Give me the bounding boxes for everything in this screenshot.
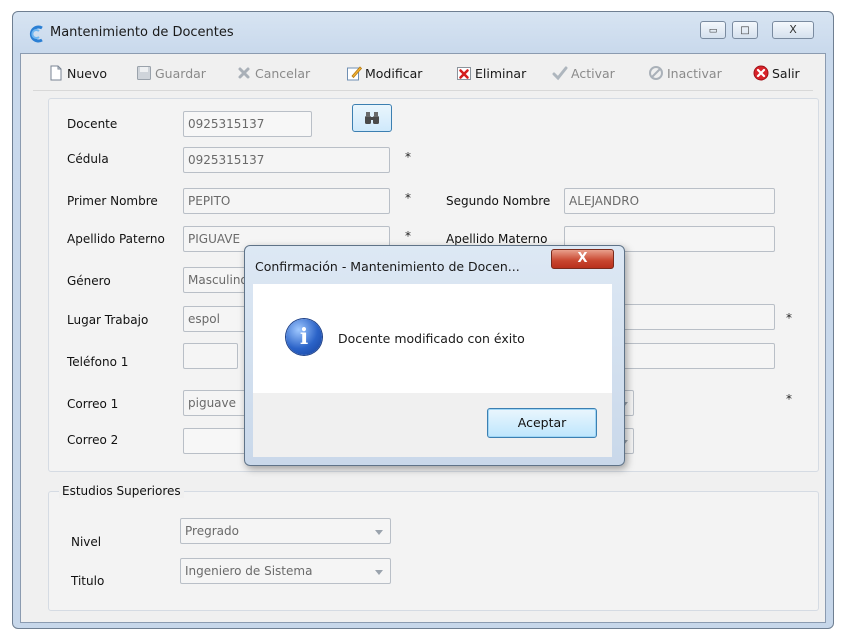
- genero-label: Género: [67, 274, 111, 288]
- salir-button[interactable]: Salir: [753, 62, 800, 84]
- cedula-label: Cédula: [67, 152, 109, 166]
- modificar-button[interactable]: Modificar: [346, 62, 422, 84]
- maximize-icon: □: [740, 25, 750, 36]
- aceptar-button[interactable]: Aceptar: [487, 408, 597, 438]
- required-mark: *: [405, 229, 411, 243]
- estudios-superiores-group: [48, 491, 819, 611]
- minimize-icon: ▭: [708, 26, 718, 36]
- eliminar-label: Eliminar: [475, 65, 527, 81]
- inactivar-button[interactable]: Inactivar: [648, 62, 722, 84]
- guardar-label: Guardar: [155, 65, 206, 81]
- cedula-field[interactable]: 0925315137: [183, 147, 390, 173]
- disable-icon: [649, 66, 663, 80]
- activar-label: Activar: [571, 65, 615, 81]
- correo2-label: Correo 2: [67, 433, 119, 447]
- eliminar-button[interactable]: Eliminar: [456, 62, 526, 84]
- titulo-select[interactable]: Ingeniero de Sistema: [180, 558, 391, 584]
- exit-icon: [753, 65, 769, 81]
- minimize-button[interactable]: ▭: [700, 21, 726, 39]
- close-window-button[interactable]: X: [772, 21, 814, 39]
- close-icon: X: [789, 23, 797, 36]
- binoculars-icon: [365, 112, 379, 124]
- required-mark: *: [786, 392, 792, 406]
- titulo-label: Titulo: [71, 574, 105, 588]
- new-document-icon: [50, 65, 62, 81]
- apellido-materno-label: Apellido Materno: [446, 232, 548, 246]
- apellido-paterno-label: Apellido Paterno: [67, 232, 165, 246]
- dialog-close-button[interactable]: X: [551, 249, 614, 269]
- maximize-button[interactable]: □: [732, 21, 758, 39]
- app-icon: [29, 25, 43, 43]
- segundo-nombre-field[interactable]: ALEJANDRO: [564, 188, 775, 214]
- nuevo-button[interactable]: Nuevo: [48, 62, 107, 84]
- delete-icon: [457, 67, 471, 80]
- required-mark: *: [786, 311, 792, 325]
- primer-nombre-field[interactable]: PEPITO: [183, 188, 390, 214]
- check-icon: [552, 66, 568, 81]
- cancelar-label: Cancelar: [255, 65, 311, 81]
- info-icon: i: [286, 319, 322, 355]
- close-icon: X: [577, 251, 588, 266]
- salir-label: Salir: [772, 65, 800, 81]
- docente-label: Docente: [67, 117, 118, 131]
- primer-nombre-label: Primer Nombre: [67, 194, 158, 208]
- nivel-label: Nivel: [71, 535, 102, 549]
- inactivar-label: Inactivar: [667, 65, 722, 81]
- telefono1-label: Teléfono 1: [67, 355, 129, 369]
- telefono1-field[interactable]: [183, 343, 238, 369]
- correo1-label: Correo 1: [67, 397, 119, 411]
- segundo-nombre-label: Segundo Nombre: [446, 194, 551, 208]
- search-docente-button[interactable]: [352, 104, 392, 132]
- estudios-superiores-legend: Estudios Superiores: [59, 484, 184, 498]
- nivel-select[interactable]: Pregrado: [180, 518, 391, 544]
- dialog-title: Confirmación - Mantenimiento de Docen...: [255, 259, 520, 274]
- modificar-label: Modificar: [365, 65, 423, 81]
- nuevo-label: Nuevo: [67, 65, 108, 81]
- cancelar-button[interactable]: Cancelar: [236, 62, 310, 84]
- chevron-down-icon: [375, 530, 383, 535]
- required-mark: *: [405, 150, 411, 164]
- guardar-button[interactable]: Guardar: [136, 62, 206, 84]
- required-mark: *: [405, 191, 411, 205]
- edit-icon: [347, 66, 362, 81]
- docente-field[interactable]: 0925315137: [183, 111, 312, 137]
- window-title: Mantenimiento de Docentes: [50, 25, 234, 40]
- activar-button[interactable]: Activar: [552, 62, 615, 84]
- chevron-down-icon: [375, 570, 383, 575]
- dialog-message: Docente modificado con éxito: [338, 331, 525, 346]
- toolbar-divider: [33, 90, 813, 91]
- cancel-icon: [238, 67, 250, 79]
- info-glyph: i: [299, 324, 309, 350]
- lugar-trabajo-label: Lugar Trabajo: [67, 313, 149, 327]
- save-icon: [137, 66, 151, 80]
